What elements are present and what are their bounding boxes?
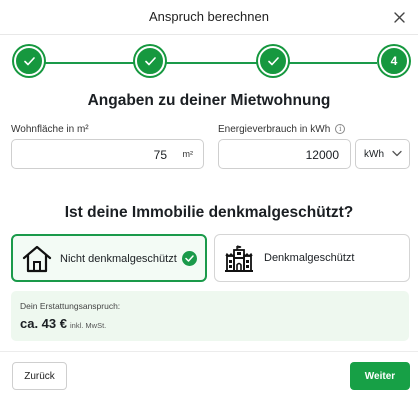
option-not-protected-label: Nicht denkmalgeschützt	[60, 253, 177, 265]
chevron-down-icon	[392, 150, 402, 157]
living-area-unit: m²	[182, 149, 194, 159]
stepper-line	[44, 62, 377, 64]
footer-divider	[0, 351, 418, 352]
next-button[interactable]: Weiter	[350, 362, 410, 390]
check-icon	[23, 56, 35, 65]
energy-unit-select[interactable]: kWh	[355, 139, 410, 169]
check-icon	[144, 56, 156, 65]
step-4-current: 4	[379, 46, 409, 76]
refund-amount: ca. 43 €	[20, 316, 67, 331]
refund-label: Dein Erstattungsanspruch:	[20, 301, 121, 311]
living-area-input[interactable]: 75 m²	[11, 139, 204, 169]
progress-stepper: 4	[0, 46, 418, 80]
apartment-section-title: Angaben zu deiner Mietwohnung	[87, 92, 331, 109]
step-1-completed	[14, 46, 44, 76]
energy-consumption-value[interactable]: 12000	[306, 148, 339, 162]
back-button[interactable]: Zurück	[12, 362, 67, 390]
info-icon[interactable]: i	[335, 124, 346, 135]
living-area-label: Wohnfläche in m²	[11, 124, 89, 135]
step-2-completed	[135, 46, 165, 76]
living-area-value[interactable]: 75	[154, 148, 167, 162]
historic-building-icon	[225, 245, 253, 272]
dialog-title: Anspruch berechnen	[149, 9, 269, 24]
option-protected-label: Denkmalgeschützt	[264, 252, 355, 264]
selected-check-badge	[182, 251, 197, 266]
refund-vat-note: inkl. MwSt.	[70, 321, 107, 330]
check-icon	[267, 56, 279, 65]
option-protected[interactable]: Denkmalgeschützt	[214, 234, 410, 282]
energy-unit-selected: kWh	[364, 149, 384, 160]
energy-consumption-label-wrapper: Energieverbrauch in kWh i	[218, 124, 346, 135]
close-button[interactable]	[389, 7, 409, 27]
refund-result-box: Dein Erstattungsanspruch: ca. 43 € inkl. …	[11, 291, 409, 341]
step-3-completed	[258, 46, 288, 76]
option-not-protected[interactable]: Nicht denkmalgeschützt	[11, 234, 207, 282]
energy-consumption-input[interactable]: 12000	[218, 139, 351, 169]
check-icon	[185, 255, 194, 262]
heritage-section-title: Ist deine Immobilie denkmalgeschützt?	[64, 204, 354, 221]
house-icon	[22, 245, 52, 273]
close-icon[interactable]	[393, 11, 405, 23]
refund-amount-row: ca. 43 € inkl. MwSt.	[20, 316, 106, 331]
energy-consumption-label: Energieverbrauch in kWh	[218, 124, 331, 135]
dialog-header: Anspruch berechnen	[0, 0, 418, 34]
header-divider	[0, 34, 418, 35]
step-4-number: 4	[390, 54, 398, 68]
